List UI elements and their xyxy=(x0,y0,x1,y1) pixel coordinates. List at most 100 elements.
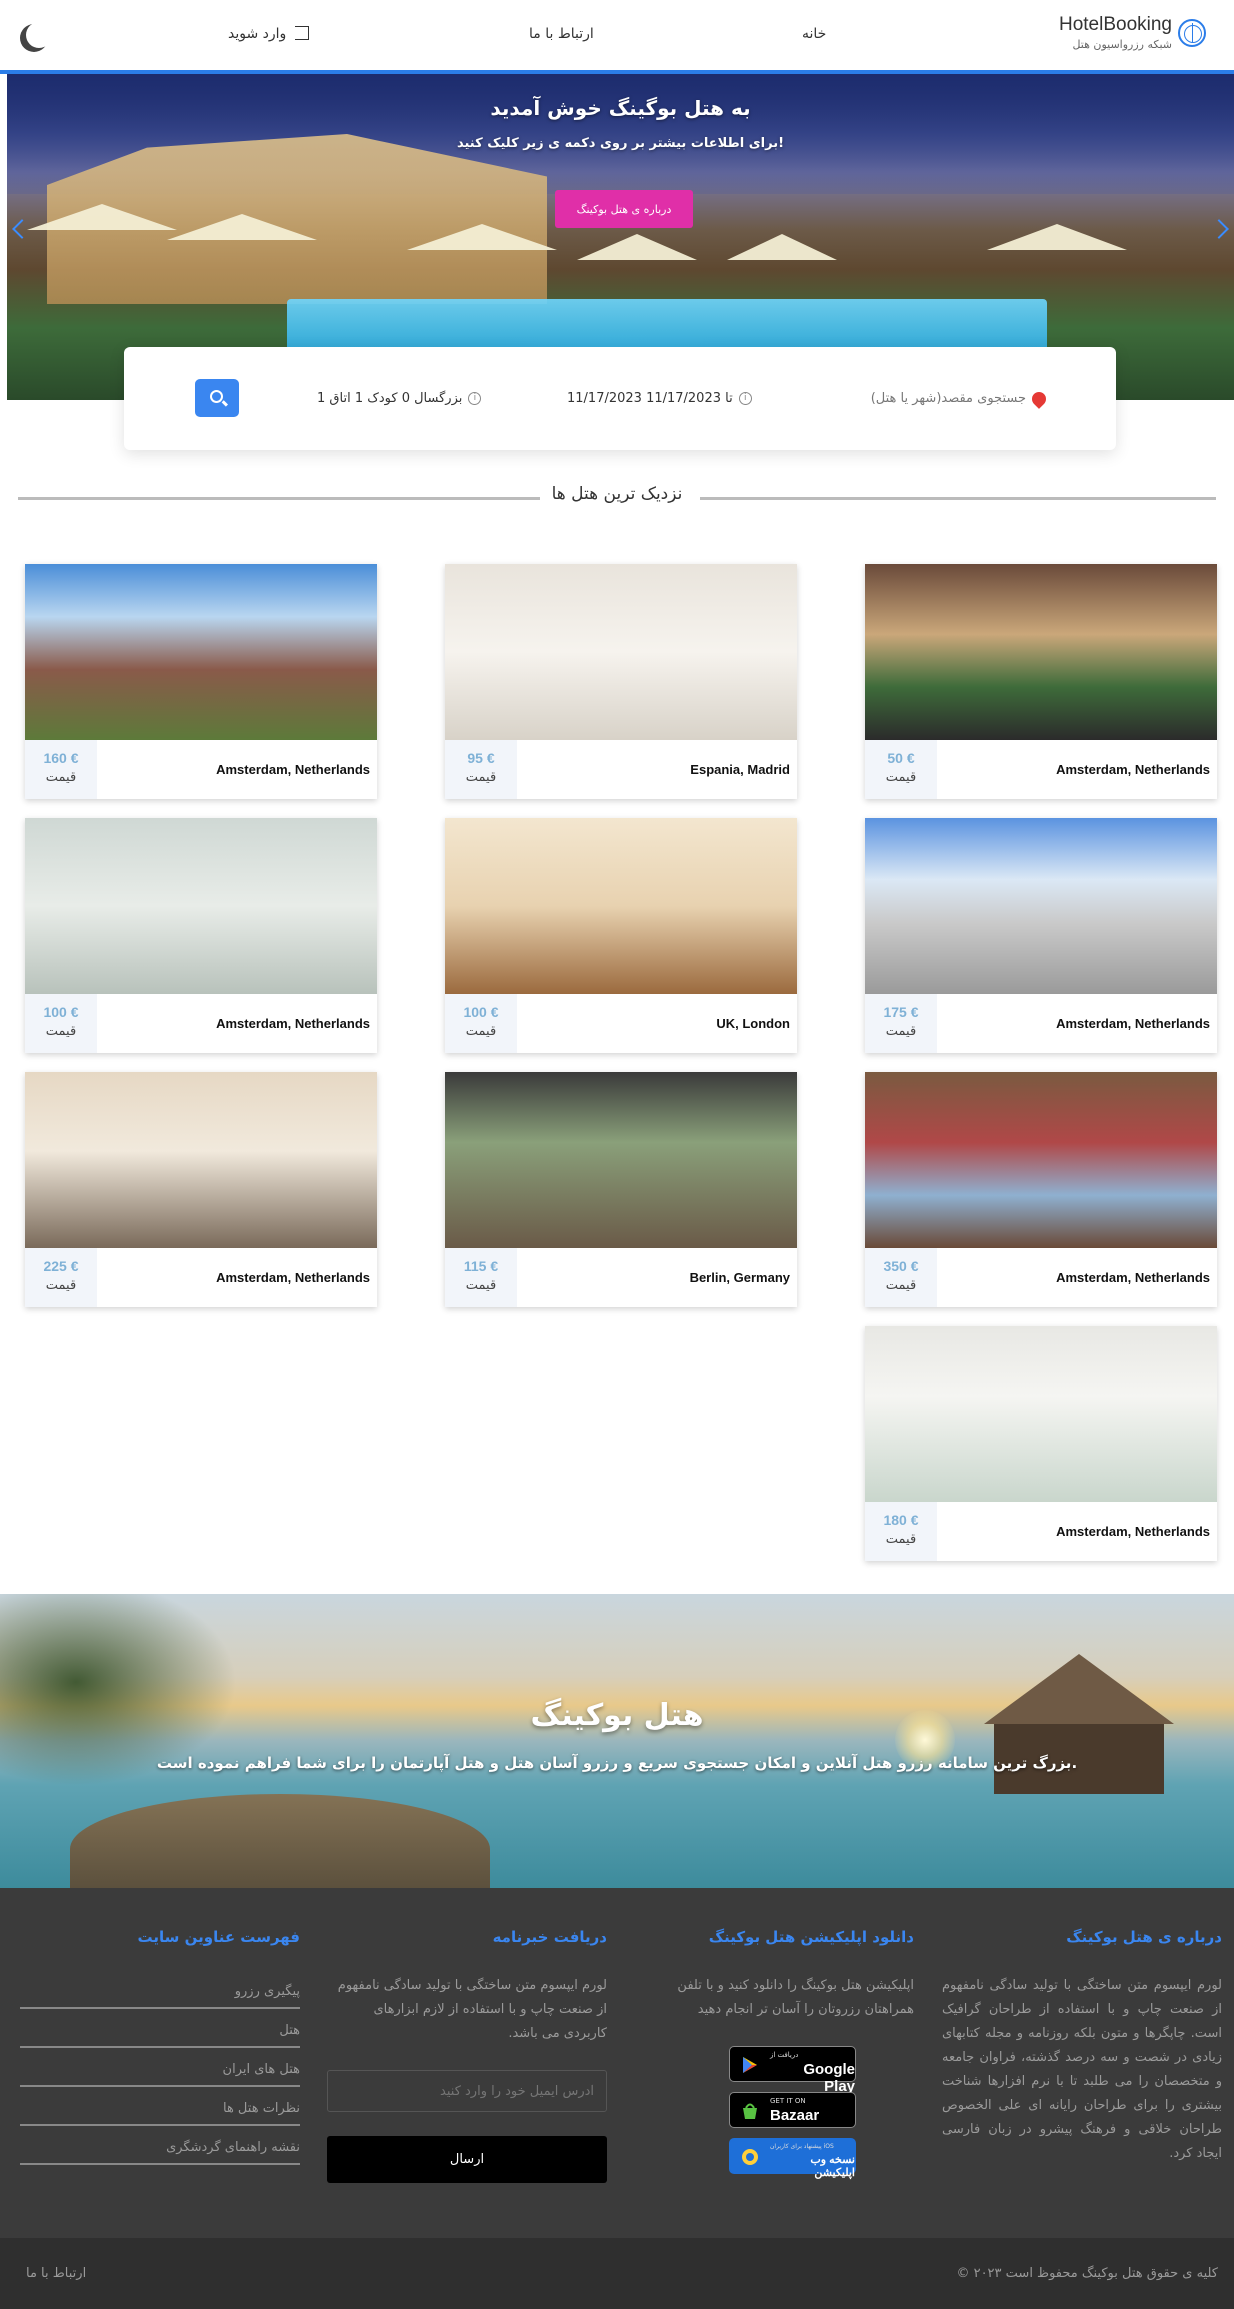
nav-login-link[interactable]: وارد شوید xyxy=(228,26,309,42)
search-button[interactable] xyxy=(195,379,239,417)
footer-link[interactable]: هتل های ایران xyxy=(20,2052,300,2087)
email-input[interactable] xyxy=(327,2070,607,2112)
hotel-price: 95 € xyxy=(467,750,495,766)
login-icon xyxy=(294,26,309,40)
copyright-text: © ۲۰۲۳ کلیه ی حقوق هتل بوکینگ محفوظ است xyxy=(956,2266,1218,2281)
hotel-price: 100 € xyxy=(463,1004,499,1020)
banner-title: هتل بوکینگ xyxy=(530,1698,704,1733)
price-label: قیمت xyxy=(465,1024,497,1039)
date-range-field[interactable]: 11/17/2023 تا 11/17/2023 i xyxy=(567,391,752,406)
hotel-price: 175 € xyxy=(883,1004,919,1020)
hotel-card[interactable]: Berlin, Germany 115 € قیمت xyxy=(445,1072,797,1307)
footer-contact-link[interactable]: ارتباط با ما xyxy=(26,2266,86,2281)
hotel-card[interactable]: Amsterdam, Netherlands 100 € قیمت xyxy=(25,818,377,1053)
price-box: 100 € قیمت xyxy=(445,994,517,1053)
footer-link[interactable]: نقشه راهنمای گردشگری xyxy=(20,2130,300,2165)
hotel-card[interactable]: Amsterdam, Netherlands 160 € قیمت xyxy=(25,564,377,799)
web-app-button[interactable]: پیشنهاد برای کاربران iOS نسخه وب اپلیکیش… xyxy=(729,2138,856,2179)
nav-contact-link[interactable]: ارتباط با ما xyxy=(529,26,594,42)
search-icon xyxy=(210,390,223,403)
section-title: نزدیک ترین هتل ها xyxy=(551,484,683,504)
price-box: 225 € قیمت xyxy=(25,1248,97,1307)
hotel-image xyxy=(25,1072,377,1248)
price-label: قیمت xyxy=(465,770,497,785)
hotel-image xyxy=(865,1072,1217,1248)
footer-newsletter-title: دریافت خبرنامه xyxy=(492,1928,607,1946)
footer-about: درباره ی هتل بوکینگ لورم ایپسوم متن ساخت… xyxy=(942,1928,1222,2166)
hotel-image xyxy=(865,1326,1217,1502)
login-label: وارد شوید xyxy=(228,26,287,42)
price-box: 50 € قیمت xyxy=(865,740,937,799)
hotel-city: Amsterdam, Netherlands xyxy=(216,762,370,777)
destination-field[interactable]: جستجوی مقصد(شهر یا هتل) xyxy=(871,388,1049,409)
logo-subtitle: شبکه رزرواسیون هتل xyxy=(1072,38,1172,51)
top-navbar: HotelBooking شبکه رزرواسیون هتل خانه ارت… xyxy=(0,0,1234,74)
hotel-price: 100 € xyxy=(43,1004,79,1020)
price-label: قیمت xyxy=(45,770,77,785)
about-hotelbooking-button[interactable]: درباره ی هتل بوکینگ xyxy=(555,190,693,228)
hotel-city: Amsterdam, Netherlands xyxy=(216,1016,370,1031)
hotel-city: Amsterdam, Netherlands xyxy=(1056,1016,1210,1031)
price-label: قیمت xyxy=(465,1278,497,1293)
info-icon: i xyxy=(468,392,482,405)
hotel-image xyxy=(25,818,377,994)
slider-prev-icon[interactable] xyxy=(12,219,32,239)
price-box: 100 € قیمت xyxy=(25,994,97,1053)
hotel-city: Berlin, Germany xyxy=(689,1270,790,1285)
hotel-price: 225 € xyxy=(43,1258,79,1274)
footer-newsletter-text: لورم ایپسوم متن ساختگی با تولید سادگی نا… xyxy=(337,1978,607,2041)
price-label: قیمت xyxy=(885,770,917,785)
dark-mode-toggle-icon[interactable] xyxy=(26,22,52,48)
price-label: قیمت xyxy=(45,1278,77,1293)
footer-link[interactable]: هتل xyxy=(20,2013,300,2048)
hotel-card[interactable]: Amsterdam, Netherlands 180 € قیمت xyxy=(865,1326,1217,1561)
footer-about-text: لورم ایپسوم متن ساختگی با تولید سادگی نا… xyxy=(942,1978,1222,2161)
hero-subtitle: برای اطلاعات بیشتر بر روی دکمه ی زیر کلی… xyxy=(456,136,785,151)
date-range-value: 11/17/2023 تا 11/17/2023 xyxy=(567,391,733,406)
hotel-price: 160 € xyxy=(43,750,79,766)
hotel-card[interactable]: Amsterdam, Netherlands 225 € قیمت xyxy=(25,1072,377,1307)
web-app-icon xyxy=(742,2149,758,2165)
footer-about-title: درباره ی هتل بوکینگ xyxy=(1066,1928,1222,1946)
hotel-card[interactable]: Amsterdam, Netherlands 350 € قیمت xyxy=(865,1072,1217,1307)
hotel-price: 50 € xyxy=(887,750,915,766)
hotel-price: 115 € xyxy=(463,1258,499,1274)
footer-link[interactable]: پیگیری رزرو xyxy=(20,1974,300,2009)
price-box: 180 € قیمت xyxy=(865,1502,937,1561)
footer-links: فهرست عناوین سایت پیگیری رزرو هتل هتل های … xyxy=(20,1928,300,2169)
hotel-image xyxy=(865,818,1217,994)
info-icon: i xyxy=(738,392,752,405)
hotel-card[interactable]: Espania, Madrid 95 € قیمت xyxy=(445,564,797,799)
guests-field[interactable]: 1 بزرگسال 0 کودک 1 اتاق i xyxy=(317,391,482,406)
send-button[interactable]: ارسال xyxy=(327,2136,607,2183)
footer-bottom-bar: © ۲۰۲۳ کلیه ی حقوق هتل بوکینگ محفوظ است … xyxy=(0,2238,1234,2309)
hotel-city: Amsterdam, Netherlands xyxy=(216,1270,370,1285)
hotel-city: Amsterdam, Netherlands xyxy=(1056,1270,1210,1285)
hotel-image xyxy=(445,564,797,740)
search-bar: جستجوی مقصد(شهر یا هتل) 11/17/2023 تا 11… xyxy=(124,347,1116,450)
hotel-card[interactable]: UK, London 100 € قیمت xyxy=(445,818,797,1053)
price-box: 160 € قیمت xyxy=(25,740,97,799)
promo-banner: هتل بوکینگ بزرگ ترین سامانه رزرو هتل آنل… xyxy=(0,1594,1234,1888)
footer: درباره ی هتل بوکینگ لورم ایپسوم متن ساخت… xyxy=(0,1888,1234,2238)
hotel-card[interactable]: Amsterdam, Netherlands 175 € قیمت xyxy=(865,818,1217,1053)
logo-title: HotelBooking xyxy=(1058,14,1172,35)
logo[interactable]: HotelBooking شبکه رزرواسیون هتل xyxy=(1059,14,1206,51)
hotel-card[interactable]: Amsterdam, Netherlands 50 € قیمت xyxy=(865,564,1217,799)
location-pin-icon xyxy=(1029,388,1049,409)
nav-home-link[interactable]: خانه xyxy=(802,26,826,42)
slider-next-icon[interactable] xyxy=(1209,219,1229,239)
hotel-image xyxy=(445,1072,797,1248)
banner-subtitle: بزرگ ترین سامانه رزرو هتل آنلاین و امکان… xyxy=(156,1754,1078,1772)
price-box: 95 € قیمت xyxy=(445,740,517,799)
google-play-button[interactable]: دریافت از Google Play xyxy=(729,2046,856,2095)
footer-app-title: دانلود اپلیکیشن هتل بوکینگ xyxy=(708,1928,914,1946)
google-play-icon xyxy=(743,2057,757,2073)
hotel-city: Espania, Madrid xyxy=(690,762,790,777)
bazaar-button[interactable]: GET IT ON Bazaar xyxy=(729,2092,856,2128)
footer-link[interactable]: نظرات هتل ها xyxy=(20,2091,300,2126)
price-box: 350 € قیمت xyxy=(865,1248,937,1307)
hotel-city: Amsterdam, Netherlands xyxy=(1056,1524,1210,1539)
hotel-price: 350 € xyxy=(883,1258,919,1274)
price-box: 175 € قیمت xyxy=(865,994,937,1053)
